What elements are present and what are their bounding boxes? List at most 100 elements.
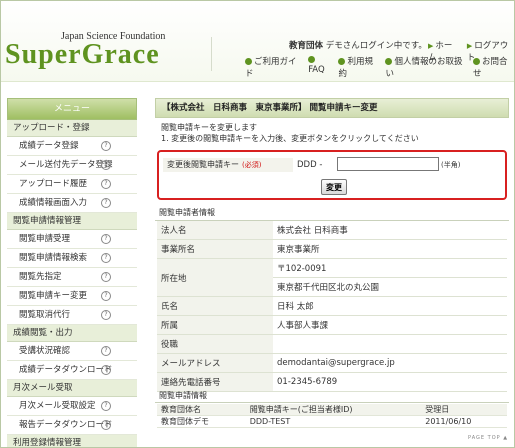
sidebar-item-label: 閲覧取消代行 <box>19 310 71 320</box>
column-header: 教育団体名 <box>157 404 246 416</box>
info-value: demodantai@supergrace.jp <box>273 353 507 373</box>
sidebar-item-viewer-assign[interactable]: 閲覧先指定? <box>7 268 137 287</box>
info-value: 人事部人事課 <box>273 315 507 335</box>
sidebar-item-grade-input[interactable]: 成績情報画面入力? <box>7 194 137 213</box>
faq-link[interactable]: FAQ <box>308 55 332 79</box>
table-cell: 2011/06/10 <box>421 415 507 428</box>
table-row: 所在地 〒102-0091 <box>157 258 507 297</box>
sidebar-item-request-search[interactable]: 閲覧申請情報検索? <box>7 249 137 268</box>
privacy-link[interactable]: 個人情報のお取扱い <box>385 55 467 79</box>
sidebar-item-label: 閲覧申請情報検索 <box>19 253 88 263</box>
key-change-form: 変更後閲覧申請キー (必須) DDD - (半角) 変更 <box>157 150 507 200</box>
sidebar-item-cancel-proxy[interactable]: 閲覧取消代行? <box>7 306 137 325</box>
request-info-heading: 閲覧申請情報 <box>155 390 509 403</box>
sidebar-item-key-change[interactable]: 閲覧申請キー変更? <box>7 287 137 306</box>
help-icon[interactable]: ? <box>101 401 111 411</box>
sidebar-item-label: 閲覧申請キー変更 <box>19 291 88 301</box>
sidebar-item-request-accept[interactable]: 閲覧申請受理? <box>7 230 137 249</box>
table-cell: 教育団体デモ <box>157 415 246 428</box>
table-row: 氏名 日科 太郎 <box>157 296 507 316</box>
page-title: 【株式会社 日科商事 東京事業所】 閲覧申請キー変更 <box>155 98 509 118</box>
table-row: 教育団体デモ DDD-TEST 2011/06/10 <box>157 415 507 428</box>
sidebar-item-grade-download[interactable]: 成績データダウンロード? <box>7 361 137 380</box>
sidebar-item-grade-register[interactable]: 成績データ登録? <box>7 137 137 156</box>
user-org: 教育団体 <box>289 41 324 51</box>
help-icon[interactable]: ? <box>101 291 111 301</box>
sidebar-item-attendance[interactable]: 受講状況確認? <box>7 342 137 361</box>
sidebar-section: 閲覧申請情報管理 <box>7 213 137 230</box>
page-top-link[interactable]: PAGE TOP ▲ <box>468 435 508 441</box>
help-icon[interactable]: ? <box>101 420 111 430</box>
help-icon[interactable]: ? <box>101 365 111 375</box>
sidebar-item-monthly-mail[interactable]: 月次メール受取設定? <box>7 397 137 416</box>
applicant-info-heading: 閲覧申請者情報 <box>155 206 509 221</box>
info-value: 東京都千代田区北の丸公園 <box>273 277 507 297</box>
bullet-icon <box>308 56 316 63</box>
help-icon[interactable]: ? <box>101 141 111 151</box>
sidebar-item-label: 成績データ登録 <box>19 141 79 151</box>
applicant-info-table: 法人名 株式会社 日科商事 事業所名 東京事業所 所在地 〒102-0091 東京都千… <box>157 221 507 392</box>
user-text: デモさんログイン中です。 <box>325 41 427 51</box>
sidebar-item-report-download[interactable]: 報告データダウンロード? <box>7 416 137 435</box>
sidebar-item-label: 成績データダウンロード <box>19 365 113 375</box>
description-line: 閲覧申請キーを変更します <box>161 123 257 132</box>
table-row: 役職 <box>157 334 507 354</box>
column-header: 受理日 <box>421 404 507 416</box>
page-description: 閲覧申請キーを変更します 1. 変更後の閲覧申請キーを入力後、変更ボタンをクリッ… <box>155 118 509 148</box>
sidebar-item-label: 閲覧申請受理 <box>19 234 71 244</box>
sidebar-item-label: 報告データダウンロード <box>19 420 113 430</box>
help-icon[interactable]: ? <box>101 179 111 189</box>
info-key: 連絡先電話番号 <box>157 372 273 392</box>
sidebar-item-upload-history[interactable]: アップロード履歴? <box>7 175 137 194</box>
key-label-text: 変更後閲覧申請キー <box>167 160 239 169</box>
request-info-table: 教育団体名 閲覧申請キー(ご担当者様ID) 受理日 教育団体デモ DDD-TES… <box>157 404 507 428</box>
help-icon[interactable]: ? <box>101 310 111 320</box>
terms-link[interactable]: 利用規約 <box>338 55 379 79</box>
info-key: メールアドレス <box>157 353 273 373</box>
bullet-icon <box>473 58 480 65</box>
change-button[interactable]: 変更 <box>321 179 347 195</box>
guide-link[interactable]: ご利用ガイド <box>245 55 302 79</box>
sidebar-item-label: 閲覧先指定 <box>19 272 62 282</box>
bullet-icon <box>338 58 346 65</box>
help-icon[interactable]: ? <box>101 234 111 244</box>
key-field-label: 変更後閲覧申請キー (必須) <box>163 158 293 172</box>
table-row: 連絡先電話番号 01-2345-6789 <box>157 372 507 392</box>
info-value: 東京事業所 <box>273 239 507 259</box>
main-content: 【株式会社 日科商事 東京事業所】 閲覧申請キー変更 閲覧申請キーを変更します … <box>155 98 509 392</box>
sidebar-menu: メニュー アップロード・登録 成績データ登録? メール送付先データ登録? アップ… <box>7 98 137 447</box>
sidebar-item-label: アップロード履歴 <box>19 179 88 189</box>
info-key: 所在地 <box>157 258 273 297</box>
key-prefix: DDD - <box>297 160 323 170</box>
sidebar-item-label: 受講状況確認 <box>19 346 71 356</box>
site-header: Japan Science Foundation SuperGrace 教育団体… <box>1 1 514 82</box>
sidebar-section: 利用登録情報管理 <box>7 435 137 447</box>
sidebar-title: メニュー <box>7 98 137 120</box>
table-row: 法人名 株式会社 日科商事 <box>157 221 507 240</box>
table-row: 所属 人事部人事課 <box>157 315 507 335</box>
info-key: 役職 <box>157 334 273 354</box>
sidebar-item-label: 成績情報画面入力 <box>19 198 88 208</box>
logo[interactable]: SuperGrace <box>5 39 160 71</box>
contact-link[interactable]: お問合せ <box>473 55 514 79</box>
help-icon[interactable]: ? <box>101 198 111 208</box>
help-icon[interactable]: ? <box>101 253 111 263</box>
info-value: 日科 太郎 <box>273 296 507 316</box>
key-input[interactable] <box>337 157 439 171</box>
sidebar-item-label: メール送付先データ登録 <box>19 160 113 170</box>
bullet-icon <box>245 58 252 65</box>
info-key: 事業所名 <box>157 239 273 259</box>
help-icon[interactable]: ? <box>101 272 111 282</box>
privacy-link-label: 個人情報のお取扱い <box>385 57 463 79</box>
sidebar-item-label: 月次メール受取設定 <box>19 401 96 411</box>
table-row: メールアドレス demodantai@supergrace.jp <box>157 353 507 373</box>
login-status: 教育団体 デモさんログイン中です。 <box>289 39 427 51</box>
help-icon[interactable]: ? <box>101 346 111 356</box>
faq-link-label: FAQ <box>308 65 325 75</box>
sidebar-item-mail-register[interactable]: メール送付先データ登録? <box>7 156 137 175</box>
header-divider <box>211 37 212 71</box>
info-value: 01-2345-6789 <box>273 372 507 392</box>
help-icon[interactable]: ? <box>101 160 111 170</box>
info-key: 所属 <box>157 315 273 335</box>
info-value: 〒102-0091 <box>273 258 507 278</box>
